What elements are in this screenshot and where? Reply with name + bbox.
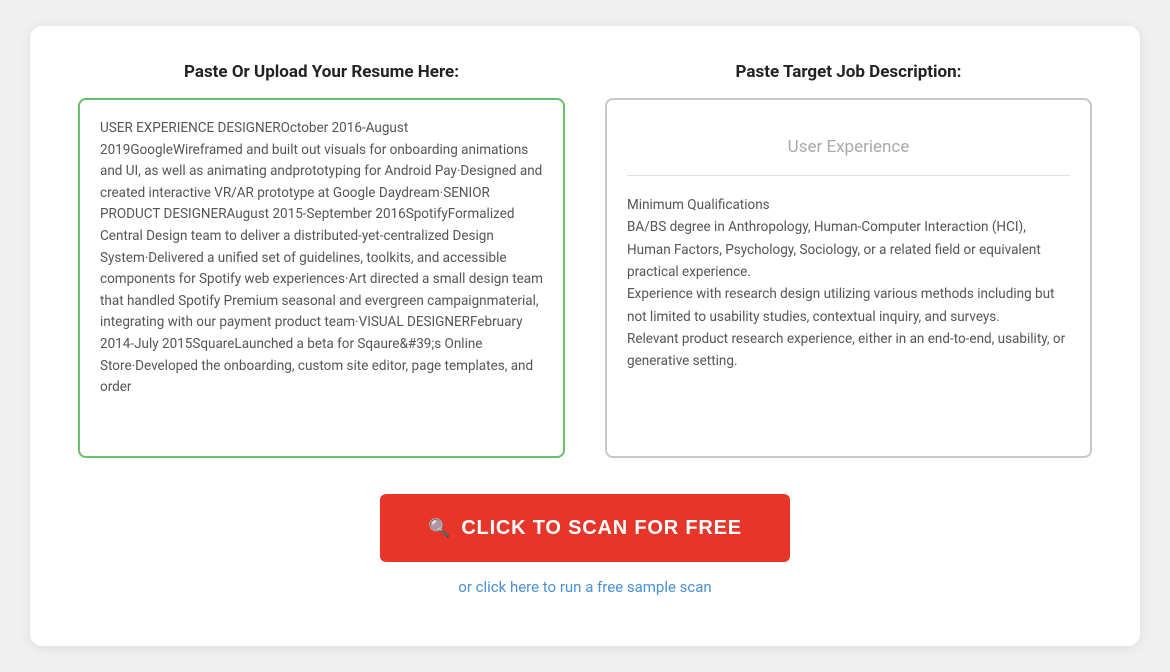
main-card: Paste Or Upload Your Resume Here: USER E…	[30, 26, 1140, 646]
scan-button[interactable]: 🔍 CLICK TO SCAN FOR FREE	[380, 494, 790, 562]
left-column: Paste Or Upload Your Resume Here: USER E…	[78, 62, 565, 458]
job-description-placeholder: User Experience	[627, 118, 1070, 176]
scan-button-area: 🔍 CLICK TO SCAN FOR FREE or click here t…	[380, 494, 790, 596]
sample-scan-link[interactable]: or click here to run a free sample scan	[458, 578, 711, 596]
left-column-title: Paste Or Upload Your Resume Here:	[78, 62, 565, 82]
resume-textarea[interactable]: USER EXPERIENCE DESIGNEROctober 2016-Aug…	[78, 98, 565, 458]
right-column-title: Paste Target Job Description:	[605, 62, 1092, 82]
columns-row: Paste Or Upload Your Resume Here: USER E…	[78, 62, 1092, 458]
job-description-content: Minimum Qualifications BA/BS degree in A…	[627, 194, 1070, 372]
right-column: Paste Target Job Description: User Exper…	[605, 62, 1092, 458]
search-icon: 🔍	[428, 518, 451, 539]
job-description-textarea[interactable]: User Experience Minimum Qualifications B…	[605, 98, 1092, 458]
scan-button-label: CLICK TO SCAN FOR FREE	[461, 517, 742, 540]
